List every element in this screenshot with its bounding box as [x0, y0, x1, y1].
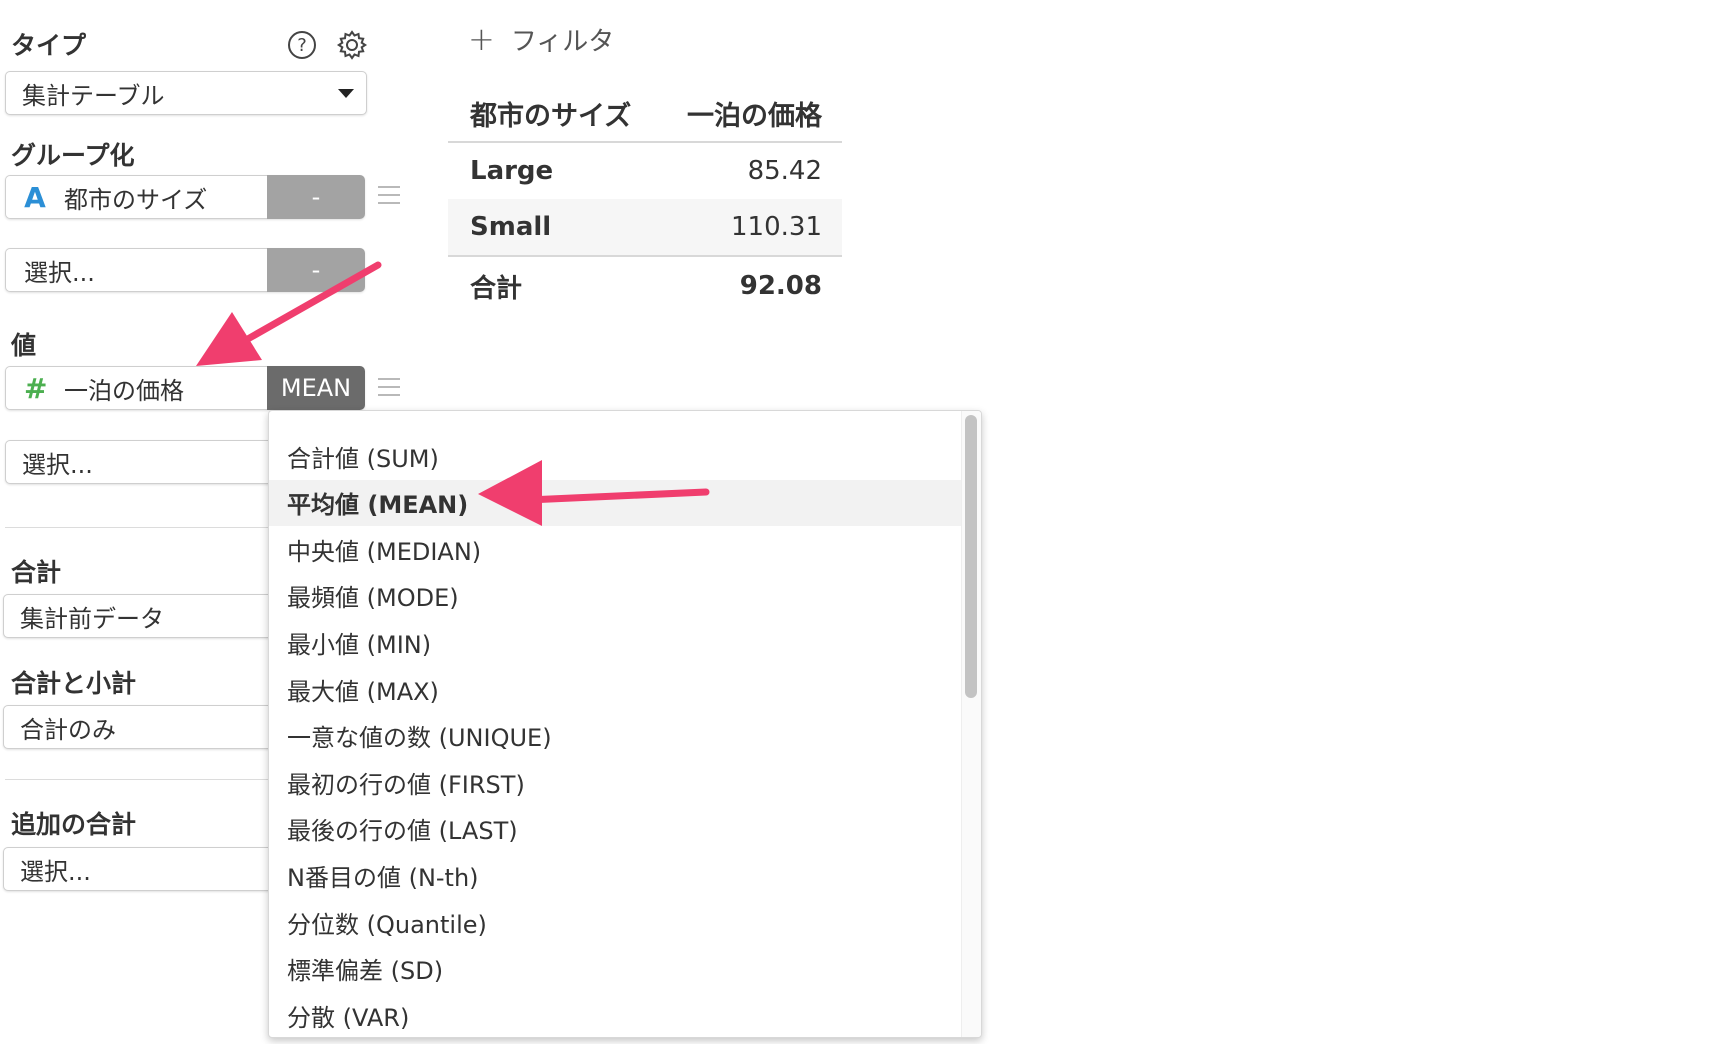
group-field-placeholder: 選択... — [24, 258, 95, 287]
value-field-price: # 一泊の価格 MEAN — [5, 366, 365, 410]
table-total-row: 合計 92.08 — [448, 255, 842, 315]
menu-item[interactable]: 最後の行の値 (LAST) — [269, 806, 965, 852]
group-label: グループ化 — [11, 141, 135, 170]
row-value: 85.42 — [747, 156, 822, 186]
total-select-value: 集計前データ — [20, 604, 164, 633]
menu-scrollbar-thumb[interactable] — [965, 415, 977, 698]
group-field-empty: 選択... - — [5, 248, 365, 292]
aggregate-function-button[interactable]: MEAN — [267, 366, 365, 410]
row-label: Large — [470, 156, 554, 186]
subtotal-select-value: 合計のみ — [20, 715, 116, 744]
row-label: Small — [470, 212, 552, 242]
caret-down-icon — [338, 89, 354, 98]
group-field-city-size: A 都市のサイズ - — [5, 175, 365, 219]
subtotal-select[interactable]: 合計のみ — [3, 705, 273, 749]
menu-scrollbar-track[interactable] — [961, 411, 981, 1037]
menu-item[interactable]: 分散 (VAR) — [269, 992, 965, 1037]
table-row: Small 110.31 — [448, 199, 842, 255]
column-header-city-size: 都市のサイズ — [470, 101, 632, 132]
total-row-value: 92.08 — [739, 271, 822, 301]
menu-item[interactable]: 平均値 (MEAN) — [269, 479, 965, 526]
type-label: タイプ — [11, 31, 87, 60]
gear-icon[interactable] — [336, 29, 368, 61]
string-type-icon: A — [24, 180, 46, 214]
question-circle-icon[interactable]: ? — [287, 30, 317, 60]
total-label: 合計 — [11, 558, 62, 587]
menu-item[interactable]: 最大値 (MAX) — [269, 666, 965, 712]
table-row: Large 85.42 — [448, 143, 842, 199]
extra-total-label: 追加の合計 — [11, 810, 137, 839]
menu-item[interactable]: 最初の行の値 (FIRST) — [269, 759, 965, 805]
menu-item[interactable]: 中央値 (MEDIAN) — [269, 526, 965, 572]
value-field-select[interactable]: 選択... — [5, 440, 273, 484]
menu-item[interactable]: 合計値 (SUM) — [269, 433, 965, 479]
total-row-label: 合計 — [470, 273, 523, 304]
menu-item[interactable]: 一意な値の数 (UNIQUE) — [269, 713, 965, 759]
add-filter-button[interactable]: + フィルタ — [468, 20, 614, 58]
menu-item[interactable]: 標準偏差 (SD) — [269, 946, 965, 992]
section-divider-2 — [5, 779, 270, 780]
aggregate-function-menu: 合計値 (SUM) 平均値 (MEAN) 中央値 (MEDIAN) 最頻値 (MODE… — [268, 410, 982, 1038]
menu-item[interactable]: 最頻値 (MODE) — [269, 573, 965, 619]
menu-item[interactable]: 分位数 (Quantile) — [269, 899, 965, 945]
value-field-name: 一泊の価格 — [64, 376, 184, 405]
menu-item[interactable]: 最小値 (MIN) — [269, 619, 965, 665]
table-header: 都市のサイズ 一泊の価格 — [448, 86, 842, 143]
extra-total-select[interactable]: 選択... — [3, 847, 273, 891]
section-divider — [5, 527, 270, 528]
svg-text:?: ? — [297, 35, 307, 56]
value-field-placeholder: 選択... — [22, 450, 93, 479]
row-value: 110.31 — [731, 212, 822, 242]
group-field-select[interactable]: 選択... — [5, 248, 267, 292]
plus-icon: + — [468, 20, 495, 58]
column-header-price: 一泊の価格 — [687, 101, 822, 132]
extra-total-placeholder: 選択... — [20, 857, 91, 886]
group-dash-button-2[interactable]: - — [267, 248, 365, 292]
drag-handle-icon-2[interactable] — [378, 378, 400, 396]
type-select[interactable]: 集計テーブル — [5, 71, 367, 115]
group-dash-button[interactable]: - — [267, 175, 365, 219]
subtotal-label: 合計と小計 — [11, 669, 137, 698]
drag-handle-icon[interactable] — [378, 186, 400, 204]
value-label: 値 — [11, 331, 37, 360]
value-field-selector[interactable]: # 一泊の価格 — [5, 366, 267, 410]
type-select-value: 集計テーブル — [22, 81, 165, 110]
menu-item[interactable]: N番目の値 (N-th) — [269, 852, 965, 898]
add-filter-label: フィルタ — [510, 26, 615, 57]
total-select[interactable]: 集計前データ — [3, 594, 273, 638]
group-field-selector[interactable]: A 都市のサイズ — [5, 175, 267, 219]
summary-table: 都市のサイズ 一泊の価格 Large 85.42 Small 110.31 合計… — [448, 86, 842, 315]
group-field-name: 都市のサイズ — [64, 185, 208, 214]
number-type-icon: # — [24, 371, 48, 405]
